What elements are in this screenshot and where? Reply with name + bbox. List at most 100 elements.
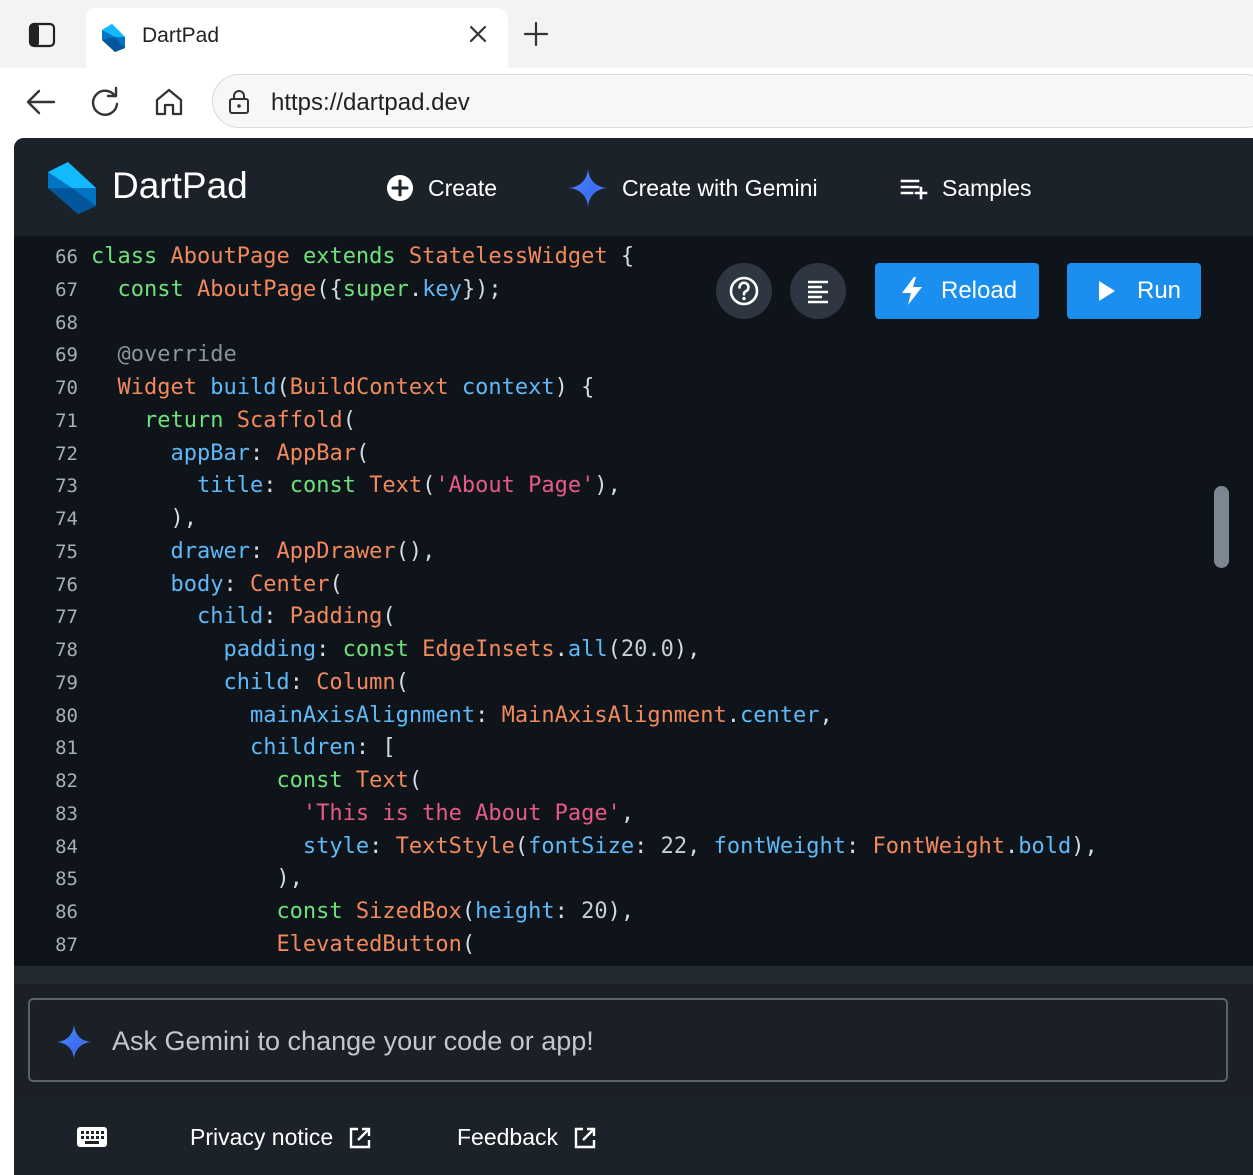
code-line[interactable]: 69 @override xyxy=(14,339,1098,372)
code-token: FontWeight xyxy=(872,833,1005,859)
line-number: 79 xyxy=(55,671,78,694)
code-token: class xyxy=(91,244,158,269)
lock-icon[interactable] xyxy=(227,89,251,115)
code-token: ), xyxy=(594,473,621,499)
code-token: MainAxisAlignment xyxy=(501,702,727,728)
samples-button[interactable]: Samples xyxy=(900,171,1031,205)
code-token: appBar xyxy=(170,440,250,466)
code-token: body xyxy=(170,571,224,597)
dartpad-app: DartPad Create Create with Gemini Sample… xyxy=(14,138,1253,1175)
code-line[interactable]: 81 children: [ xyxy=(14,732,1098,765)
code-token: : xyxy=(634,833,661,859)
create-with-gemini-button[interactable]: Create with Gemini xyxy=(568,169,818,207)
line-number: 66 xyxy=(55,246,78,268)
code-line[interactable]: 75 drawer: AppDrawer(), xyxy=(14,536,1098,569)
code-token: Padding xyxy=(289,604,383,630)
code-line[interactable]: 74 ), xyxy=(14,503,1098,536)
code-line[interactable]: 80 mainAxisAlignment: MainAxisAlignment.… xyxy=(14,700,1098,733)
line-number: 70 xyxy=(55,377,78,399)
sidebar-toggle-icon[interactable] xyxy=(28,22,56,48)
help-button[interactable] xyxy=(716,263,772,319)
code-line[interactable]: 70 Widget build(BuildContext context) { xyxy=(14,372,1098,405)
line-number: 67 xyxy=(55,278,78,301)
editor-scrollbar[interactable] xyxy=(1214,486,1229,568)
code-line[interactable]: 76 body: Center( xyxy=(14,569,1098,602)
code-line[interactable]: 71 return Scaffold( xyxy=(14,405,1098,438)
gemini-prompt-box[interactable] xyxy=(28,998,1228,1082)
code-token: : xyxy=(369,833,396,859)
address-bar[interactable]: https://dartpad.dev xyxy=(212,74,1253,128)
code-editor[interactable]: 66 class AboutPage extends StatelessWidge… xyxy=(14,236,1253,966)
code-token: AboutPage xyxy=(170,244,290,269)
code-line[interactable]: 87 ElevatedButton( xyxy=(14,929,1098,962)
code-line[interactable]: 85 ), xyxy=(14,863,1098,896)
keyboard-icon[interactable] xyxy=(76,1126,108,1148)
browser-tab[interactable]: DartPad xyxy=(86,8,508,68)
code-line[interactable]: 72 appBar: AppBar( xyxy=(14,438,1098,471)
code-token: : [ xyxy=(355,735,396,761)
back-icon[interactable] xyxy=(24,85,58,119)
code-token: mainAxisAlignment xyxy=(249,702,476,728)
address-url[interactable]: https://dartpad.dev xyxy=(271,89,470,117)
open-in-new-icon xyxy=(574,1127,596,1148)
privacy-notice-label: Privacy notice xyxy=(190,1124,334,1150)
line-number: 73 xyxy=(55,475,78,498)
code-token: }); xyxy=(461,276,502,302)
home-icon[interactable] xyxy=(152,85,186,119)
code-line[interactable]: 79 child: Column( xyxy=(14,667,1098,700)
code-line[interactable]: 83 'This is the About Page', xyxy=(14,798,1098,831)
panel-divider[interactable] xyxy=(14,966,1253,984)
open-in-new-icon xyxy=(349,1127,371,1148)
refresh-icon[interactable] xyxy=(88,85,122,119)
code-token: , xyxy=(819,702,833,728)
add-circle-icon xyxy=(387,175,413,201)
code-token: 22 xyxy=(660,833,688,859)
browser-tabstrip: DartPad xyxy=(0,0,1253,68)
privacy-notice-link[interactable]: Privacy notice xyxy=(190,1124,371,1151)
code-line[interactable]: 78 padding: const EdgeInsets.all(20.0), xyxy=(14,634,1098,667)
code-line[interactable]: 73 title: const Text('About Page'), xyxy=(14,470,1098,503)
code-token: ElevatedButton xyxy=(276,931,462,957)
format-button[interactable] xyxy=(790,263,846,319)
gemini-prompt-input[interactable] xyxy=(110,1020,1194,1062)
code-token: . xyxy=(726,702,741,728)
code-line[interactable]: 82 const Text( xyxy=(14,765,1098,798)
code-lines[interactable]: 66 class AboutPage extends StatelessWidge… xyxy=(14,241,1098,962)
gemini-prompt-area xyxy=(14,984,1253,1098)
feedback-label: Feedback xyxy=(457,1124,559,1150)
code-token: AppDrawer xyxy=(276,538,396,564)
code-line[interactable]: 86 const SizedBox(height: 20), xyxy=(14,896,1098,929)
code-token: height xyxy=(475,899,555,924)
close-tab-icon[interactable] xyxy=(466,22,490,46)
code-token: ( xyxy=(408,768,423,793)
code-token: ), xyxy=(673,637,701,662)
app-bar: DartPad Create Create with Gemini Sample… xyxy=(14,138,1253,236)
feedback-link[interactable]: Feedback xyxy=(457,1124,596,1151)
gemini-sparkle-icon xyxy=(56,1024,92,1060)
code-token: . xyxy=(408,276,423,302)
create-button[interactable]: Create xyxy=(386,171,497,205)
code-token: Column xyxy=(316,669,396,695)
code-token: style xyxy=(302,833,370,859)
code-token: { xyxy=(607,244,635,269)
code-line[interactable]: 77 child: Padding( xyxy=(14,601,1098,634)
code-token: . xyxy=(554,637,568,662)
run-button[interactable]: Run xyxy=(1067,263,1201,319)
code-token: ( xyxy=(276,375,290,400)
new-tab-icon[interactable] xyxy=(522,20,550,48)
reload-button[interactable]: Reload xyxy=(875,263,1039,319)
code-token: ( xyxy=(514,833,529,859)
code-token: : xyxy=(249,440,277,466)
code-line[interactable]: 84 style: TextStyle(fontSize: 22, fontWe… xyxy=(14,831,1098,864)
code-token: AboutPage xyxy=(196,276,317,302)
code-token: ( xyxy=(395,669,409,695)
code-token: const xyxy=(117,276,184,302)
